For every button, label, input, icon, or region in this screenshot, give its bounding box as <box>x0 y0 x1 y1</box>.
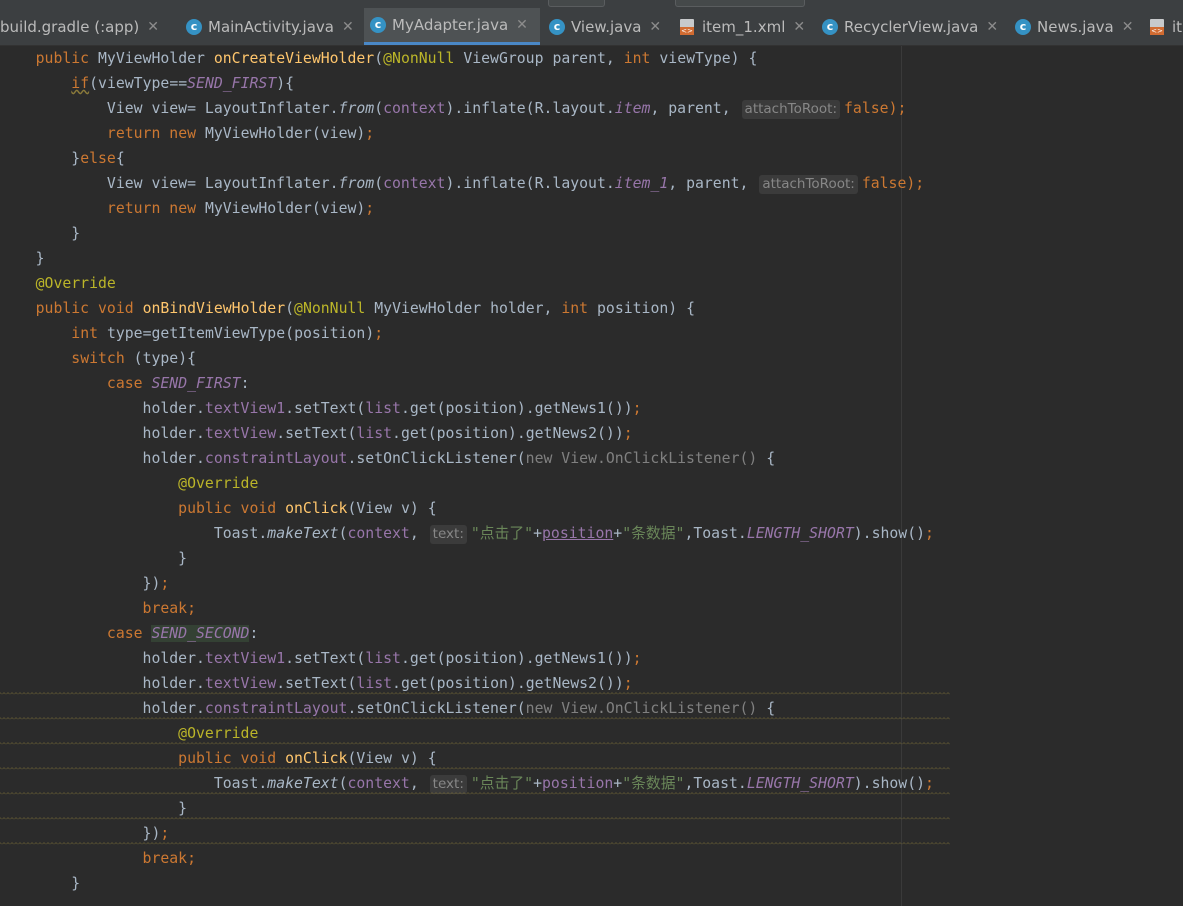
close-icon[interactable]: ✕ <box>649 19 661 35</box>
warning-squiggle <box>0 692 950 695</box>
code-line: return new MyViewHolder(view); <box>106 200 375 217</box>
java-class-icon: c <box>549 18 565 35</box>
java-class-icon: c <box>370 17 386 33</box>
tab-build-gradle[interactable]: build.gradle (:app) ✕ <box>0 8 170 45</box>
toolbar-strip <box>0 0 1183 8</box>
warning-squiggle <box>0 792 950 795</box>
editor-tab-bar: build.gradle (:app) ✕ c MainActivity.jav… <box>0 8 1183 46</box>
tab-label: View.java <box>571 17 642 36</box>
java-class-icon: c <box>822 18 838 35</box>
java-class-icon: c <box>1015 18 1031 35</box>
close-icon[interactable]: ✕ <box>342 19 354 35</box>
tab-label: item_1.xml <box>702 17 786 36</box>
device-selector-fragment[interactable] <box>675 0 805 7</box>
code-line: holder.textView.setText(list.get(positio… <box>142 425 633 442</box>
code-line: if(viewType==SEND_FIRST){ <box>71 75 295 92</box>
tab-news[interactable]: c News.java ✕ <box>1009 8 1144 45</box>
param-hint: text: <box>429 525 467 544</box>
code-line: case SEND_SECOND: <box>106 625 259 642</box>
tab-overflow[interactable]: it <box>1144 8 1183 45</box>
tab-label: build.gradle (:app) <box>0 17 140 36</box>
tab-item-1-xml[interactable]: item_1.xml ✕ <box>674 8 810 45</box>
tab-recycler-view[interactable]: c RecyclerView.java ✕ <box>816 8 1006 45</box>
code-line: holder.textView1.setText(list.get(positi… <box>142 650 642 667</box>
close-icon[interactable]: ✕ <box>147 19 159 35</box>
tab-view[interactable]: c View.java ✕ <box>543 8 670 45</box>
xml-file-icon <box>680 18 694 35</box>
code-editor[interactable]: public MyViewHolder onCreateViewHolder(@… <box>0 46 1183 906</box>
run-config-fragment[interactable] <box>548 0 605 7</box>
code-line: case SEND_FIRST: <box>106 375 250 392</box>
xml-file-icon <box>1150 18 1164 35</box>
code-line: holder.textView1.setText(list.get(positi… <box>142 400 642 417</box>
code-line: }); <box>0 575 170 592</box>
code-line: } <box>0 875 81 892</box>
code-line: View view= LayoutInflater.from(context).… <box>106 175 925 194</box>
code-line: break; <box>142 600 197 617</box>
code-line: @Override <box>178 475 259 492</box>
tab-label: MyAdapter.java <box>392 16 509 34</box>
close-icon[interactable]: ✕ <box>986 19 998 35</box>
close-icon[interactable]: ✕ <box>793 19 805 35</box>
tab-my-adapter[interactable]: c MyAdapter.java ✕ <box>364 8 540 45</box>
tab-label: RecyclerView.java <box>844 17 979 36</box>
code-line: holder.constraintLayout.setOnClickListen… <box>142 450 776 467</box>
warning-squiggle <box>0 767 950 770</box>
warning-squiggle <box>0 742 950 745</box>
param-hint: attachToRoot: <box>741 100 841 119</box>
code-line: }else{ <box>0 150 125 167</box>
code-line: } <box>0 250 45 267</box>
code-line: int type=getItemViewType(position); <box>71 325 384 342</box>
code-line: @Override <box>35 275 116 292</box>
tab-label: it <box>1172 17 1183 36</box>
close-icon[interactable]: ✕ <box>1122 19 1134 35</box>
code-line: View view= LayoutInflater.from(context).… <box>106 100 907 119</box>
tab-main-activity[interactable]: c MainActivity.java ✕ <box>180 8 362 45</box>
close-icon[interactable]: ✕ <box>516 17 528 33</box>
code-line: public void onClick(View v) { <box>178 500 437 517</box>
tab-label: MainActivity.java <box>208 17 334 36</box>
code-line: } <box>0 550 188 567</box>
code-line: } <box>0 225 81 242</box>
param-hint: attachToRoot: <box>759 175 858 194</box>
warning-squiggle <box>0 842 950 845</box>
code-line: Toast.makeText(context, text: "点击了"+posit… <box>213 525 934 544</box>
warning-squiggle <box>0 817 950 820</box>
code-line: switch (type){ <box>71 350 197 367</box>
tab-label: News.java <box>1037 17 1114 36</box>
code-line: public MyViewHolder onCreateViewHolder(@… <box>35 50 758 67</box>
code-line: break; <box>142 850 197 867</box>
code-line: return new MyViewHolder(view); <box>106 125 375 142</box>
warning-squiggle <box>0 717 950 720</box>
java-class-icon: c <box>186 18 202 35</box>
code-line: public void onBindViewHolder(@NonNull My… <box>35 300 696 317</box>
